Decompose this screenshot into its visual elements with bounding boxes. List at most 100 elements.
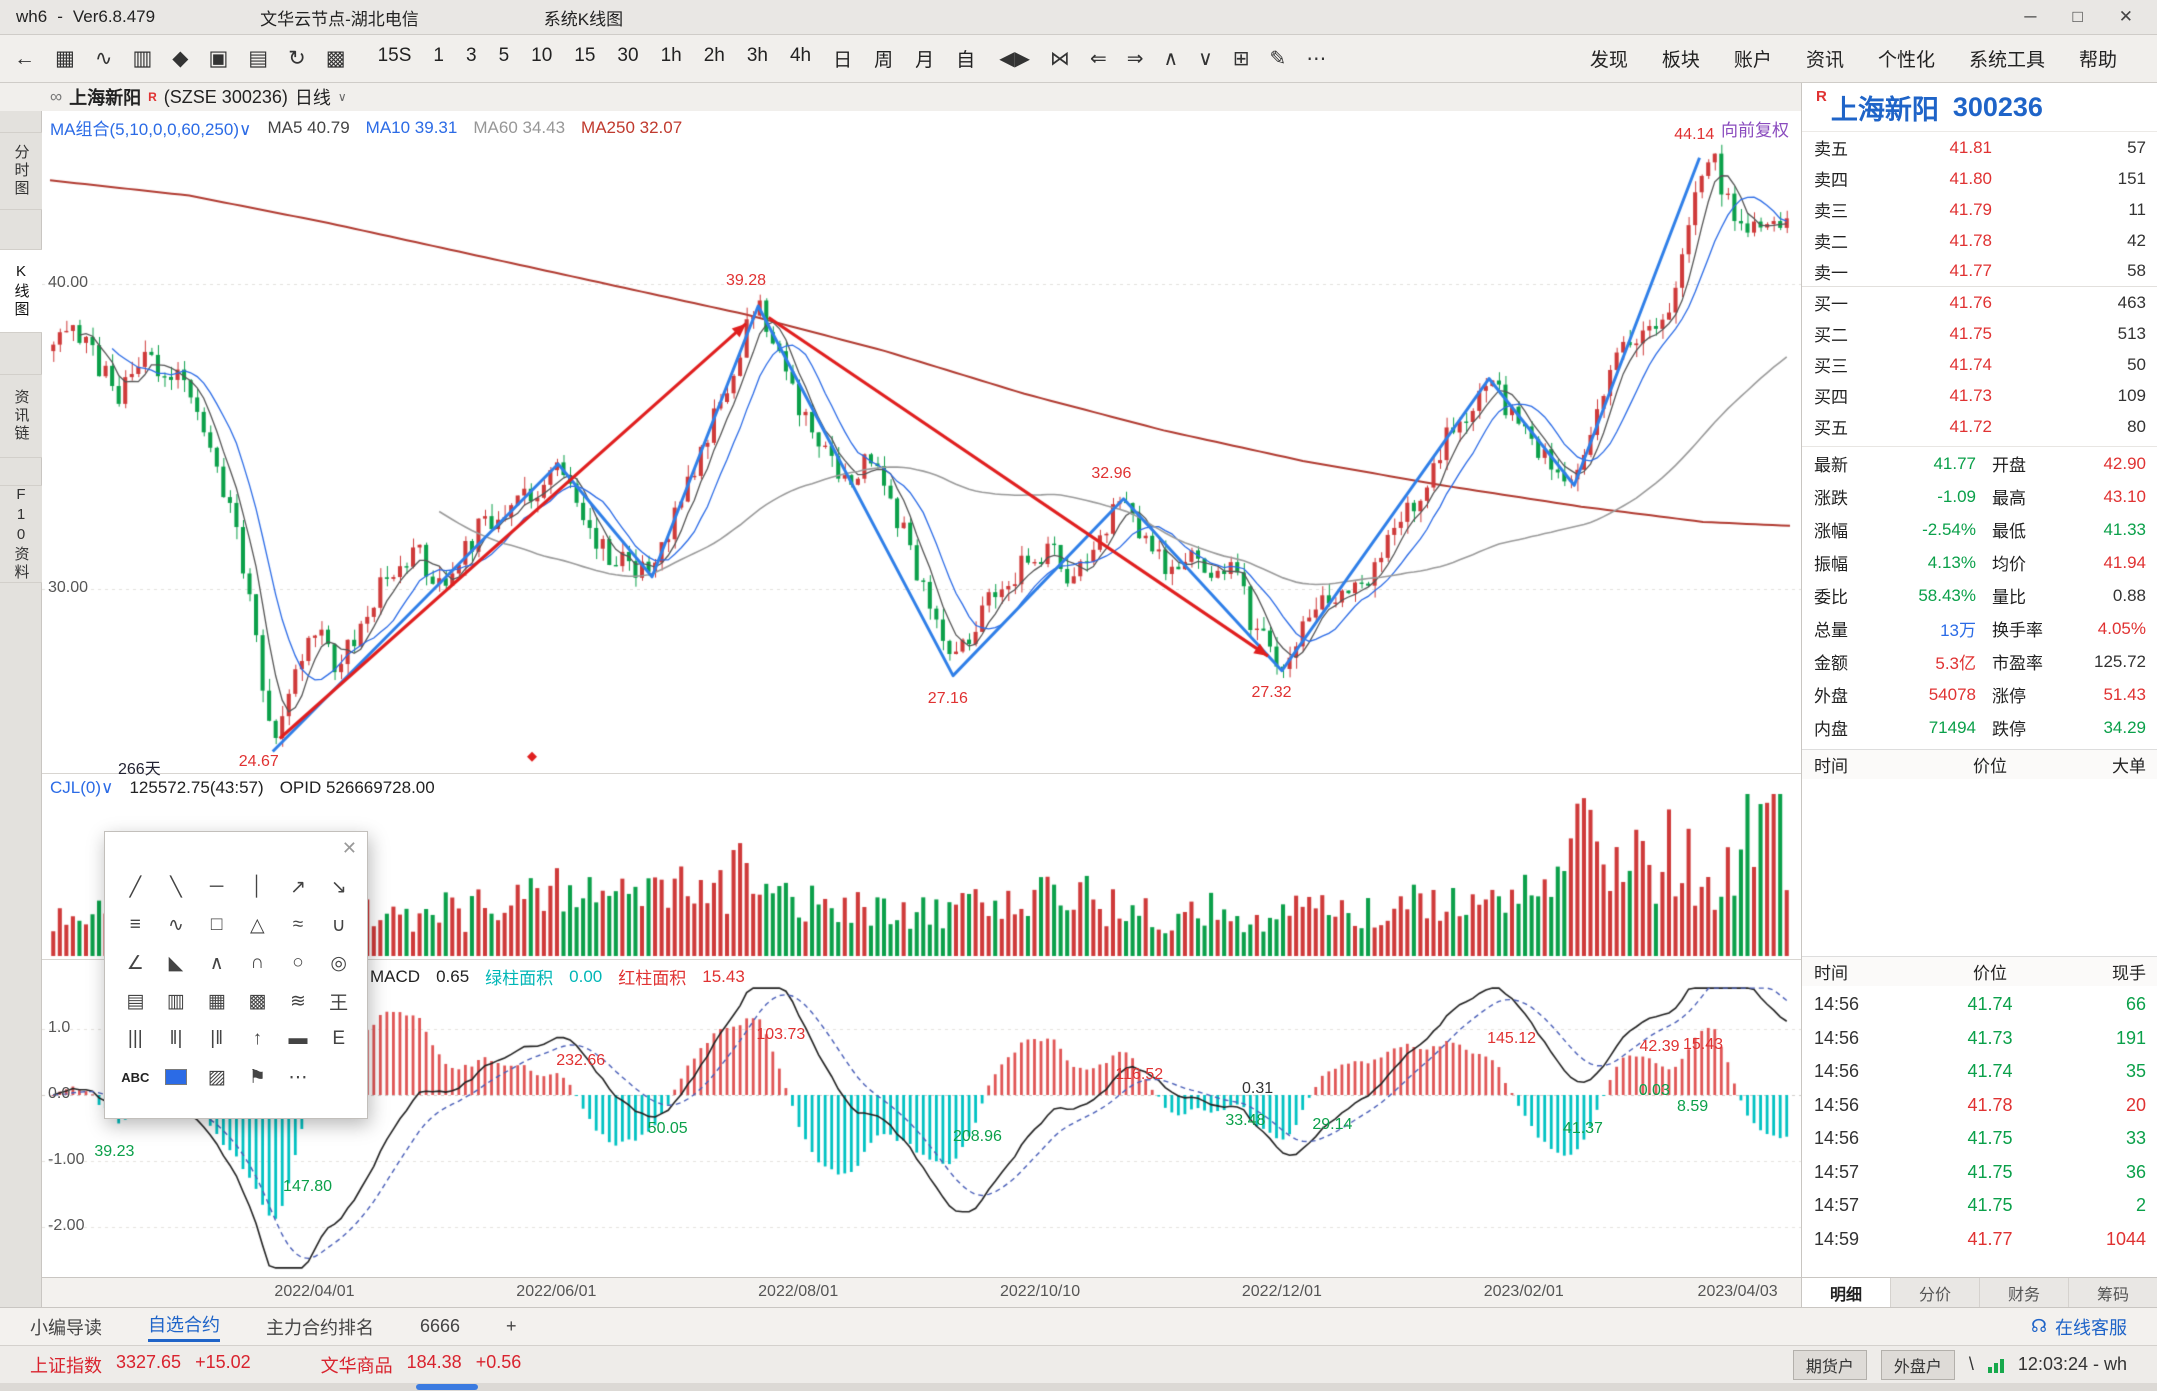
period-月[interactable]: 月 — [907, 42, 942, 75]
refresh-icon[interactable]: ↻ — [288, 46, 306, 71]
circle-tool[interactable]: ○ — [278, 944, 319, 982]
adjust-mode-button[interactable]: 向前复权 — [1721, 116, 1789, 141]
play-step-icon[interactable]: ◀▶ — [999, 46, 1030, 71]
layout-icon[interactable]: ▩ — [326, 46, 346, 71]
fib-retracement-tool[interactable]: ▤ — [115, 982, 156, 1020]
tab-finance[interactable]: 财务 — [1980, 1278, 2069, 1307]
menu-system-tools[interactable]: 系统工具 — [1969, 45, 2045, 72]
draw-pen-icon[interactable]: ✎ — [1270, 46, 1287, 71]
order-book-row[interactable]: 卖五41.8157 — [1802, 132, 2157, 163]
eraser-tool[interactable]: ▨ — [196, 1058, 237, 1096]
trade-row[interactable]: 14:5641.73191 — [1802, 1022, 2157, 1056]
jump-left-icon[interactable]: ⇐ — [1090, 46, 1107, 71]
period-1[interactable]: 1 — [425, 42, 452, 75]
kline-canvas[interactable] — [42, 111, 1801, 773]
order-book-row[interactable]: 卖三41.7911 — [1802, 194, 2157, 225]
menu-discover[interactable]: 发现 — [1590, 45, 1628, 72]
menu-help[interactable]: 帮助 — [2079, 45, 2117, 72]
kline-icon[interactable]: ▥ — [132, 46, 152, 71]
bottom-scroll-chip[interactable] — [416, 1384, 478, 1390]
compress-icon[interactable]: ◆ — [172, 46, 188, 71]
wave-tool[interactable]: ≈ — [278, 906, 319, 944]
nav-page-6666[interactable]: 6666 — [420, 1316, 460, 1337]
sidebar-tab-kline[interactable]: K线图 — [0, 249, 42, 333]
chevron-down-icon[interactable]: ∨ — [338, 90, 347, 104]
peak-tool[interactable]: ∧ — [196, 944, 237, 982]
nav-watchlist[interactable]: 自选合约 — [148, 1311, 220, 1342]
trade-row[interactable]: 14:5641.7466 — [1802, 988, 2157, 1022]
maximize-button[interactable]: □ — [2072, 7, 2082, 27]
replay-icon[interactable]: ⋈ — [1050, 46, 1070, 71]
angle-tool[interactable]: ∠ — [115, 944, 156, 982]
menu-sectors[interactable]: 板块 — [1662, 45, 1700, 72]
period-15[interactable]: 15 — [566, 42, 603, 75]
tab-detail[interactable]: 明细 — [1802, 1278, 1891, 1307]
more-tools[interactable]: ⋯ — [278, 1058, 319, 1096]
foreign-account-button[interactable]: 外盘户 — [1881, 1350, 1955, 1380]
period-2h[interactable]: 2h — [696, 42, 733, 75]
arrow-down-line-tool[interactable]: ↘ — [318, 868, 359, 906]
order-book-row[interactable]: 买五41.7280 — [1802, 411, 2157, 442]
horizontal-line-tool[interactable]: ─ — [196, 868, 237, 906]
order-book-row[interactable]: 卖二41.7842 — [1802, 225, 2157, 256]
menu-account[interactable]: 账户 — [1734, 45, 1772, 72]
timeshare-icon[interactable]: ∿ — [95, 46, 113, 71]
pointer-tool[interactable]: ↑ — [237, 1020, 278, 1058]
gann-fan-tool[interactable]: 王 — [318, 982, 359, 1020]
wave-count-tool[interactable]: E — [318, 1020, 359, 1058]
period-自[interactable]: 自 — [948, 42, 983, 75]
minimize-button[interactable]: ─ — [2024, 7, 2036, 27]
speed-line-tool[interactable]: ||| — [115, 1020, 156, 1058]
cycle-line-tool[interactable]: ‖| — [156, 1020, 197, 1058]
macd-indicator-selector[interactable]: MACD — [370, 967, 420, 987]
tab-price-distribution[interactable]: 分价 — [1891, 1278, 1980, 1307]
wenhua-commodity-quote[interactable]: 文华商品 184.38 +0.56 — [321, 1352, 522, 1378]
bar-divider-tool[interactable]: |‖ — [196, 1020, 237, 1058]
report-icon[interactable]: ▦ — [55, 46, 75, 71]
wedge-tool[interactable]: ◣ — [156, 944, 197, 982]
flag-tool[interactable]: ⚑ — [237, 1058, 278, 1096]
arc-up-tool[interactable]: ∪ — [318, 906, 359, 944]
save-icon[interactable]: ▤ — [248, 46, 268, 71]
order-book-row[interactable]: 买二41.75513 — [1802, 318, 2157, 349]
drawing-toolbar[interactable]: ✕ ╱╲─│↗↘≡∿□△≈∪∠◣∧∩○◎▤▥▦▩≋王|||‖||‖↑▬EABC▨… — [104, 831, 368, 1119]
parallel-lines-tool[interactable]: ≡ — [115, 906, 156, 944]
arrow-up-line-tool[interactable]: ↗ — [278, 868, 319, 906]
trade-row[interactable]: 14:5641.7533 — [1802, 1122, 2157, 1156]
arc-tool[interactable]: ∩ — [237, 944, 278, 982]
period-5[interactable]: 5 — [491, 42, 518, 75]
jump-right-icon[interactable]: ⇒ — [1127, 46, 1144, 71]
gann-grid-tool[interactable]: ▥ — [156, 982, 197, 1020]
nav-main-ranking[interactable]: 主力合约排名 — [266, 1314, 374, 1340]
trade-row[interactable]: 14:5941.771044 — [1802, 1223, 2157, 1257]
trade-row[interactable]: 14:5641.7435 — [1802, 1055, 2157, 1089]
sh-index-quote[interactable]: 上证指数 3327.65 +15.02 — [30, 1352, 251, 1378]
trade-row[interactable]: 14:5641.7820 — [1802, 1089, 2157, 1123]
cjl-indicator-selector[interactable]: CJL(0)∨ — [50, 778, 113, 798]
vertical-line-tool[interactable]: │ — [237, 868, 278, 906]
period-3h[interactable]: 3h — [739, 42, 776, 75]
nav-add-button[interactable]: + — [506, 1316, 517, 1337]
more-icon[interactable]: ⋯ — [1306, 46, 1326, 71]
order-book-row[interactable]: 买三41.7450 — [1802, 349, 2157, 380]
sidebar-tab-timeshare[interactable]: 分时图 — [0, 132, 42, 210]
period-10[interactable]: 10 — [523, 42, 560, 75]
period-周[interactable]: 周 — [866, 42, 901, 75]
segment-line-tool[interactable]: ╱ — [115, 868, 156, 906]
close-icon[interactable]: ✕ — [342, 838, 357, 859]
gann-box-tool[interactable]: ▦ — [196, 982, 237, 1020]
trade-row[interactable]: 14:5741.7536 — [1802, 1156, 2157, 1190]
box-measure-tool[interactable]: ▬ — [278, 1020, 319, 1058]
sidebar-tab-news[interactable]: 资讯链 — [0, 374, 42, 458]
zoom-in-icon[interactable]: ∨ — [1198, 46, 1213, 71]
trade-row[interactable]: 14:5741.752 — [1802, 1189, 2157, 1223]
rectangle-tool[interactable]: □ — [196, 906, 237, 944]
futures-account-button[interactable]: 期货户 — [1793, 1350, 1867, 1380]
period-3[interactable]: 3 — [458, 42, 485, 75]
close-button[interactable]: ✕ — [2119, 7, 2133, 27]
screenshot-icon[interactable]: ▣ — [208, 46, 228, 71]
tab-chips[interactable]: 筹码 — [2069, 1278, 2157, 1307]
multi-grid-icon[interactable]: ⊞ — [1233, 46, 1250, 71]
online-service-button[interactable]: ☊ 在线客服 — [2031, 1314, 2127, 1340]
grid-tool[interactable]: ▩ — [237, 982, 278, 1020]
